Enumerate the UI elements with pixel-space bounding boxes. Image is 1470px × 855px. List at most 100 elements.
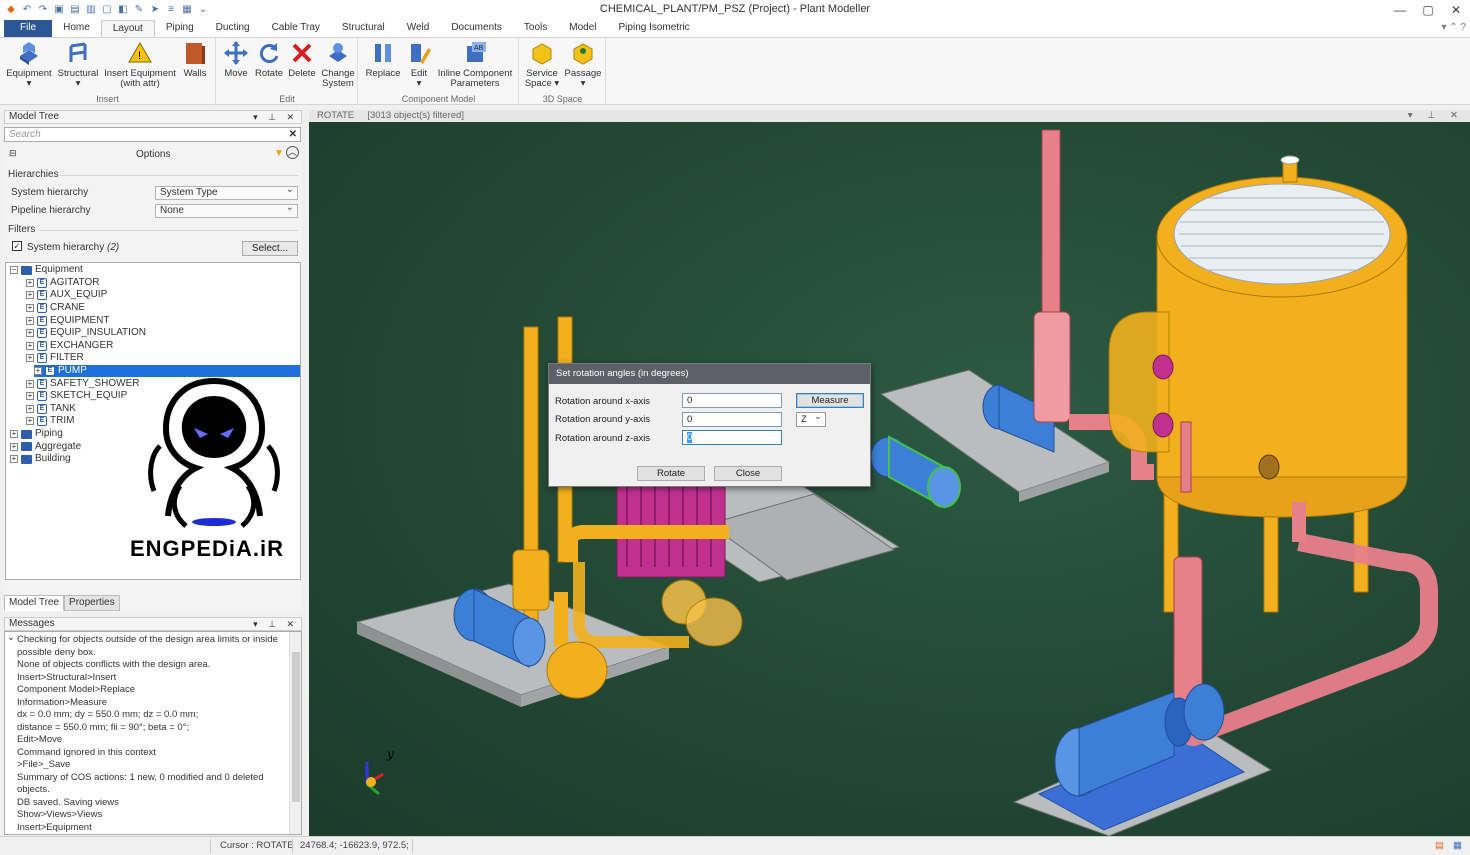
system-hierarchy-checkbox[interactable]: ✓ [12, 241, 22, 251]
tree-folder-piping[interactable]: + Piping [10, 428, 63, 441]
expand-icon[interactable]: + [26, 379, 34, 388]
y-axis-input[interactable]: 0 [682, 412, 782, 427]
expand-icon[interactable]: + [26, 354, 34, 363]
edit-component-button[interactable]: Edit ▾ [405, 40, 433, 89]
insert-equipment-button[interactable]: ! Insert Equipment (with attr) [102, 40, 178, 89]
tree-item-crane[interactable]: + E CRANE [26, 302, 85, 315]
tree-item-equipment[interactable]: − Equipment [10, 264, 83, 277]
expand-icon[interactable]: + [10, 430, 18, 439]
tab-file[interactable]: File [4, 20, 53, 37]
expand-icon[interactable]: + [34, 367, 42, 376]
rotate-dialog-button[interactable]: Rotate [637, 466, 705, 481]
tab-piping-isometric[interactable]: Piping Isometric [608, 20, 701, 37]
replace-button[interactable]: Replace [363, 40, 403, 79]
expand-icon[interactable]: + [10, 442, 18, 451]
tab-structural[interactable]: Structural [331, 20, 396, 37]
tab-model[interactable]: Model [558, 20, 607, 37]
walls-button[interactable]: Walls [180, 40, 210, 79]
messages-list: ⌄ Checking for objects outside of the des… [5, 632, 301, 834]
panel-controls[interactable]: ▾ ⊥ ✕ [253, 618, 298, 630]
scrollbar-thumb[interactable] [292, 652, 300, 802]
collapse-up-icon[interactable]: ︿ [286, 146, 299, 159]
expand-icon[interactable]: + [26, 404, 34, 413]
x-axis-input[interactable]: 0 [682, 393, 782, 408]
passage-button[interactable]: Passage ▾ [564, 40, 602, 89]
structural-button[interactable]: Structural ▾ [56, 40, 100, 89]
expand-icon[interactable]: + [26, 392, 34, 401]
tree-item-filter[interactable]: + E FILTER [26, 352, 84, 365]
z-axis-input[interactable]: 0 [682, 430, 782, 445]
tab-tools[interactable]: Tools [513, 20, 558, 37]
select-button[interactable]: Select... [242, 241, 298, 256]
minimize-button[interactable]: — [1386, 0, 1414, 20]
measure-button[interactable]: Measure [796, 393, 864, 408]
maximize-button[interactable]: ▢ [1414, 0, 1442, 20]
change-system-button[interactable]: Change System [319, 40, 357, 89]
message-line: ⌄ Checking for objects outside of the des… [7, 632, 278, 645]
move-button[interactable]: Move [221, 40, 251, 79]
pipeline-hierarchy-select[interactable]: None [155, 202, 298, 218]
tree-item-trim[interactable]: + E TRIM [26, 415, 74, 428]
model-tree-search[interactable]: Search ✕ [4, 127, 301, 142]
tab-layout[interactable]: Layout [100, 20, 155, 37]
tree-item-equip-insulation[interactable]: + E EQUIP_INSULATION [26, 327, 146, 340]
tab-piping[interactable]: Piping [155, 20, 205, 37]
close-dialog-button[interactable]: Close [714, 466, 782, 481]
inline-component-button[interactable]: AB Inline Component Parameters [435, 40, 515, 89]
expand-icon[interactable]: + [26, 278, 34, 287]
group-label-component-model: Component Model [401, 94, 476, 104]
clear-search-icon[interactable]: ✕ [289, 128, 297, 141]
tree-item-exchanger[interactable]: + E EXCHANGER [26, 340, 113, 353]
3d-viewport[interactable]: y [309, 122, 1470, 836]
tab-cable-tray[interactable]: Cable Tray [261, 20, 331, 37]
axis-select[interactable]: Z [796, 410, 826, 427]
tree-folder-building[interactable]: + Building [10, 453, 71, 466]
equipment-button[interactable]: Equipment ▾ [4, 40, 54, 89]
delete-button[interactable]: Delete [286, 40, 318, 79]
expand-icon[interactable]: + [26, 316, 34, 325]
filter-icon[interactable]: ▼ [274, 148, 284, 159]
tree-item-aux-equip[interactable]: + E AUX_EQUIP [26, 289, 107, 302]
ribbon-right-controls[interactable]: ▾ ⌃ ? [1441, 22, 1466, 33]
tree-item-equipment[interactable]: + E EQUIPMENT [26, 314, 109, 327]
tab-home[interactable]: Home [52, 20, 101, 37]
messages-panel: ⌄ Checking for objects outside of the des… [4, 631, 302, 835]
collapse-options-icon[interactable]: ⊟ [9, 148, 17, 159]
tree-folder-aggregate[interactable]: + Aggregate [10, 440, 81, 453]
tree-node-label: TRIM [50, 415, 75, 427]
tree-item-sketch-equip[interactable]: + E SKETCH_EQUIP [26, 390, 127, 403]
expand-icon[interactable]: + [26, 329, 34, 338]
tab-weld[interactable]: Weld [396, 20, 441, 37]
system-hierarchy-select[interactable]: System Type [155, 184, 298, 200]
rotate-button[interactable]: Rotate [253, 40, 285, 79]
expand-icon[interactable]: + [10, 455, 18, 464]
tree-node-label: Piping [35, 428, 63, 440]
tree-item-safety-shower[interactable]: + E SAFETY_SHOWER [26, 377, 139, 390]
service-space-button[interactable]: Service Space ▾ [522, 40, 562, 89]
plant-3d-scene[interactable]: y [309, 122, 1470, 836]
expand-icon[interactable]: + [26, 417, 34, 426]
close-button[interactable]: ✕ [1442, 0, 1470, 20]
panel-controls[interactable]: ▾ ⊥ ✕ [253, 111, 298, 123]
expand-icon[interactable]: + [26, 341, 34, 350]
tab-documents[interactable]: Documents [440, 20, 513, 37]
viewport-controls[interactable]: ▾ ⊥ ✕ [1408, 110, 1464, 121]
tab-properties[interactable]: Properties [64, 595, 120, 611]
collapse-icon[interactable]: − [10, 266, 18, 275]
viewport-filter-info: [3013 object(s) filtered] [367, 110, 464, 121]
messages-scrollbar[interactable] [289, 632, 301, 834]
walls-label: Walls [183, 68, 207, 79]
tree-item-tank[interactable]: + E TANK [26, 403, 76, 416]
tab-ducting[interactable]: Ducting [205, 20, 261, 37]
collapse-icon[interactable]: ⌄ [7, 632, 15, 645]
tab-model-tree[interactable]: Model Tree [4, 595, 65, 611]
expand-icon[interactable]: + [26, 291, 34, 300]
rotation-dialog: Set rotation angles (in degrees) Rotatio… [548, 363, 871, 487]
message-line: DB saved. Saving views [17, 796, 119, 808]
expand-icon[interactable]: + [26, 304, 34, 313]
equipment-class-icon: E [37, 328, 47, 339]
layout-icon[interactable]: ▤ [1435, 837, 1444, 855]
model-tree-header: Model Tree ▾ ⊥ ✕ [4, 110, 302, 124]
tree-item-agitator[interactable]: + E AGITATOR [26, 277, 99, 290]
grid-icon[interactable]: ▦ [1453, 837, 1462, 855]
